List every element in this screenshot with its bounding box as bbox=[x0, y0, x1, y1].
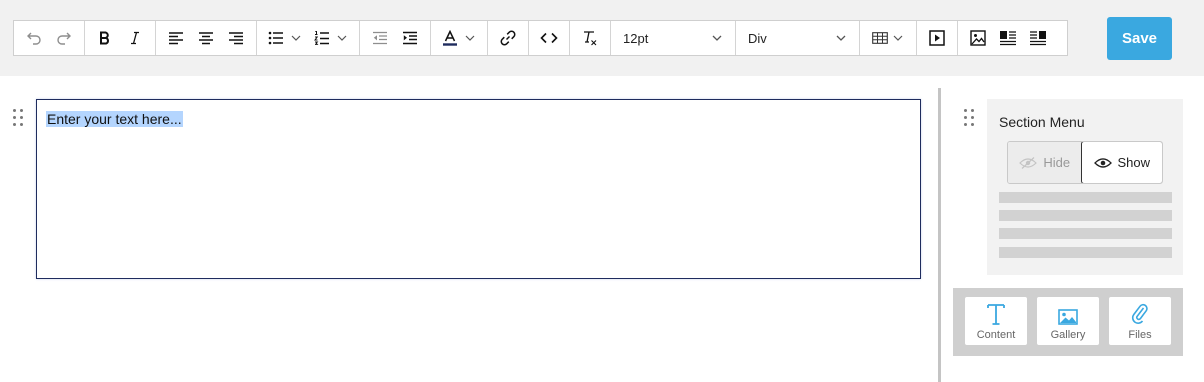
align-right-button[interactable] bbox=[221, 21, 251, 55]
block-format-value: Div bbox=[748, 30, 767, 46]
video-icon bbox=[929, 30, 945, 46]
outdent-button[interactable] bbox=[365, 21, 395, 55]
insert-link-button[interactable] bbox=[493, 21, 523, 55]
hide-label: Hide bbox=[1043, 155, 1071, 170]
indent-group bbox=[360, 21, 431, 55]
editor-toolbar: 12pt Div bbox=[13, 20, 1068, 56]
save-button[interactable]: Save bbox=[1107, 17, 1172, 60]
top-bar: 12pt Div Save bbox=[0, 0, 1204, 76]
history-group bbox=[14, 21, 85, 55]
editor-placeholder-text: Enter your text here... bbox=[46, 111, 183, 127]
font-size-select[interactable]: 12pt bbox=[611, 21, 736, 55]
placeholder-line bbox=[999, 228, 1172, 239]
content-label: Content bbox=[976, 329, 1016, 341]
table-icon bbox=[872, 32, 888, 44]
add-files-button[interactable]: Files bbox=[1109, 297, 1171, 345]
italic-icon bbox=[131, 31, 139, 45]
eye-slash-icon bbox=[1019, 156, 1038, 169]
insert-table-button[interactable] bbox=[865, 21, 911, 55]
numbered-list-icon bbox=[314, 31, 329, 45]
bold-button[interactable] bbox=[90, 21, 120, 55]
gallery-icon bbox=[1058, 309, 1078, 325]
align-center-button[interactable] bbox=[191, 21, 221, 55]
image-left-button[interactable] bbox=[993, 21, 1023, 55]
image-group bbox=[958, 21, 1058, 55]
source-code-button[interactable] bbox=[534, 21, 564, 55]
chevron-down-icon bbox=[893, 35, 903, 41]
media-group bbox=[917, 21, 958, 55]
alignment-group bbox=[156, 21, 257, 55]
add-gallery-button[interactable]: Gallery bbox=[1037, 297, 1099, 345]
chevron-down-icon bbox=[291, 35, 301, 41]
link-group bbox=[488, 21, 529, 55]
align-right-icon bbox=[229, 32, 243, 45]
text-color-icon bbox=[443, 30, 457, 46]
chevron-down-icon bbox=[836, 35, 846, 41]
align-center-icon bbox=[199, 32, 213, 45]
rich-text-editor[interactable]: Enter your text here... bbox=[36, 99, 921, 279]
show-label: Show bbox=[1117, 155, 1151, 170]
chevron-down-icon bbox=[337, 35, 347, 41]
undo-icon bbox=[27, 32, 41, 45]
outdent-icon bbox=[373, 31, 387, 45]
undo-button[interactable] bbox=[19, 21, 49, 55]
visibility-toggle: Hide Show bbox=[1007, 141, 1163, 184]
insert-video-button[interactable] bbox=[922, 21, 952, 55]
insert-image-button[interactable] bbox=[963, 21, 993, 55]
align-left-icon bbox=[169, 32, 183, 45]
show-option[interactable]: Show bbox=[1080, 142, 1162, 183]
image-align-right-icon bbox=[1030, 31, 1046, 46]
clear-format-group bbox=[570, 21, 611, 55]
clear-formatting-icon bbox=[584, 31, 597, 46]
chevron-down-icon bbox=[465, 35, 475, 41]
link-icon bbox=[500, 30, 516, 46]
code-group bbox=[529, 21, 570, 55]
indent-button[interactable] bbox=[395, 21, 425, 55]
font-size-value: 12pt bbox=[623, 30, 649, 46]
section-menu-panel: Section Menu Hide Show bbox=[987, 99, 1183, 275]
bold-icon bbox=[100, 31, 109, 45]
placeholder-line bbox=[999, 210, 1172, 221]
list-group bbox=[257, 21, 360, 55]
bullet-list-icon bbox=[268, 31, 283, 45]
code-icon bbox=[540, 32, 558, 44]
drag-handle-icon[interactable] bbox=[964, 109, 976, 127]
text-color-group bbox=[431, 21, 488, 55]
add-element-panel: Content Gallery Files bbox=[953, 288, 1183, 356]
redo-button[interactable] bbox=[49, 21, 79, 55]
image-right-button[interactable] bbox=[1023, 21, 1053, 55]
paperclip-icon bbox=[1131, 303, 1148, 324]
image-align-left-icon bbox=[1000, 31, 1016, 46]
text-color-button[interactable] bbox=[436, 21, 482, 55]
image-icon bbox=[970, 30, 986, 46]
redo-icon bbox=[57, 32, 71, 45]
section-menu-title: Section Menu bbox=[999, 114, 1085, 130]
drag-handle-icon[interactable] bbox=[13, 109, 25, 127]
eye-icon bbox=[1093, 157, 1112, 168]
panel-divider bbox=[938, 88, 941, 382]
hide-option[interactable]: Hide bbox=[1008, 142, 1082, 183]
numbered-list-button[interactable] bbox=[308, 21, 354, 55]
text-style-group bbox=[85, 21, 156, 55]
block-format-select[interactable]: Div bbox=[736, 21, 860, 55]
placeholder-line bbox=[999, 192, 1172, 203]
italic-button[interactable] bbox=[120, 21, 150, 55]
align-left-button[interactable] bbox=[161, 21, 191, 55]
clear-formatting-button[interactable] bbox=[575, 21, 605, 55]
gallery-label: Gallery bbox=[1050, 329, 1086, 341]
add-content-button[interactable]: Content bbox=[965, 297, 1027, 345]
files-label: Files bbox=[1128, 329, 1152, 341]
indent-icon bbox=[403, 31, 417, 45]
bullet-list-button[interactable] bbox=[262, 21, 308, 55]
table-group bbox=[860, 21, 917, 55]
chevron-down-icon bbox=[712, 35, 722, 41]
placeholder-line bbox=[999, 247, 1172, 258]
text-icon bbox=[987, 304, 1005, 325]
